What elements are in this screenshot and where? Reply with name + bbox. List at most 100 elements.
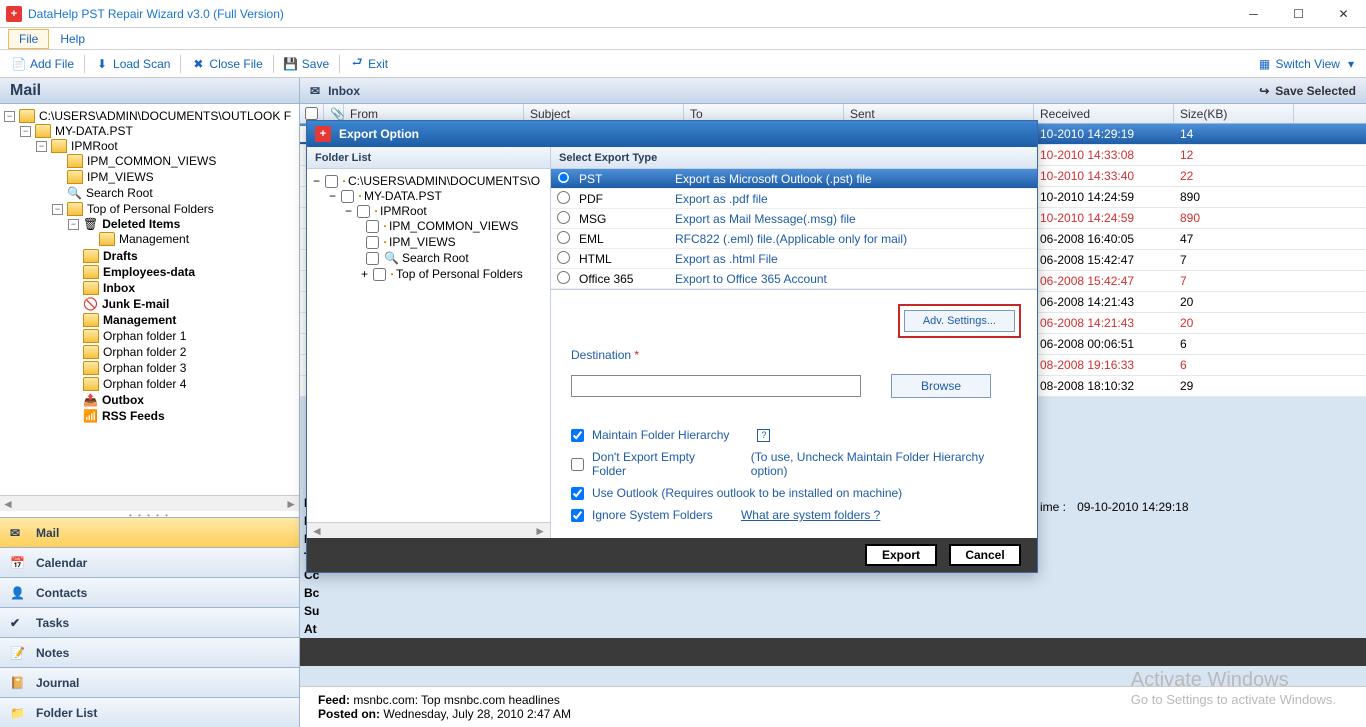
tree-item[interactable]: Junk E-mail: [100, 297, 171, 311]
tree-item[interactable]: IPM_VIEWS: [389, 235, 456, 249]
tree-item[interactable]: Management: [101, 313, 178, 327]
nav-tasks[interactable]: ✔Tasks: [0, 607, 299, 637]
tree-item[interactable]: Orphan folder 3: [101, 361, 188, 375]
cell-received: 06-2008 15:42:47: [1034, 253, 1174, 267]
dialog-footer: Export Cancel: [307, 538, 1037, 572]
tree-item[interactable]: Search Root: [402, 251, 469, 265]
folder-icon: [83, 249, 99, 263]
menu-file[interactable]: File: [8, 29, 49, 49]
export-type-radio[interactable]: [557, 231, 570, 244]
tree-item[interactable]: MY-DATA.PST: [53, 124, 135, 138]
switch-view-button[interactable]: ▦Switch View▾: [1251, 55, 1360, 73]
tree-item[interactable]: Management: [117, 232, 191, 246]
browse-button[interactable]: Browse: [891, 374, 991, 398]
cancel-button[interactable]: Cancel: [949, 544, 1021, 566]
tree-item[interactable]: RSS Feeds: [100, 409, 167, 423]
tree-item[interactable]: Top of Personal Folders: [396, 267, 523, 281]
ignore-system-checkbox[interactable]: [571, 509, 584, 522]
cell-received: 06-2008 14:21:43: [1034, 316, 1174, 330]
destination-input[interactable]: [571, 375, 861, 397]
maximize-button[interactable]: ☐: [1276, 0, 1321, 28]
tree-item[interactable]: Search Root: [84, 186, 155, 200]
tree-item[interactable]: Orphan folder 1: [101, 329, 188, 343]
tree-checkbox[interactable]: [341, 190, 354, 203]
tree-checkbox[interactable]: [366, 220, 379, 233]
tree-checkbox[interactable]: [357, 205, 370, 218]
tree-item[interactable]: IPMRoot: [69, 139, 120, 153]
tree-checkbox[interactable]: [325, 175, 338, 188]
folder-list-header: Folder List: [307, 147, 550, 169]
export-type-radio[interactable]: [557, 271, 570, 284]
folder-tree[interactable]: −C:\USERS\ADMIN\DOCUMENTS\OUTLOOK F −MY-…: [0, 104, 299, 495]
nav-label: Calendar: [36, 556, 87, 570]
folder-icon: [83, 345, 99, 359]
export-type-radio[interactable]: [557, 211, 570, 224]
help-icon[interactable]: ?: [757, 429, 770, 442]
save-selected-button[interactable]: ↪Save Selected: [1259, 84, 1356, 98]
tree-item[interactable]: IPMRoot: [380, 204, 427, 218]
tree-item[interactable]: Inbox: [101, 281, 137, 295]
export-type-row[interactable]: PDFExport as .pdf file: [551, 189, 1037, 209]
nav-notes[interactable]: 📝Notes: [0, 637, 299, 667]
close-file-button[interactable]: ✖Close File: [185, 55, 268, 73]
col-received[interactable]: Received: [1034, 104, 1174, 123]
use-outlook-checkbox[interactable]: [571, 487, 584, 500]
export-button[interactable]: Export: [865, 544, 937, 566]
minimize-button[interactable]: ─: [1231, 0, 1276, 28]
export-type-row[interactable]: PSTExport as Microsoft Outlook (.pst) fi…: [551, 169, 1037, 189]
nav-label: Journal: [36, 676, 79, 690]
tree-checkbox[interactable]: [366, 252, 379, 265]
detail-prefix: Su: [300, 604, 328, 622]
cell-received: 10-2010 14:33:40: [1034, 169, 1174, 183]
tree-checkbox[interactable]: [366, 236, 379, 249]
tree-item[interactable]: Employees-data: [101, 265, 197, 279]
export-type-row[interactable]: EMLRFC822 (.eml) file.(Applicable only f…: [551, 229, 1037, 249]
tree-checkbox[interactable]: [373, 268, 386, 281]
modal-scrollbar[interactable]: ◄►: [307, 522, 550, 538]
dialog-title-bar[interactable]: + Export Option: [307, 121, 1037, 147]
export-type-radio[interactable]: [557, 191, 570, 204]
nav-mail[interactable]: ✉Mail: [0, 517, 299, 547]
tree-item[interactable]: Orphan folder 4: [101, 377, 188, 391]
tree-root[interactable]: C:\USERS\ADMIN\DOCUMENTS\OUTLOOK F: [37, 109, 293, 123]
export-type-radio[interactable]: [557, 171, 570, 184]
tree-item[interactable]: IPM_COMMON_VIEWS: [389, 219, 518, 233]
modal-folder-tree[interactable]: −C:\USERS\ADMIN\DOCUMENTS\O −MY-DATA.PST…: [307, 169, 550, 522]
menu-help[interactable]: Help: [49, 29, 96, 49]
tree-item[interactable]: Top of Personal Folders: [85, 202, 216, 216]
nav-journal[interactable]: 📔Journal: [0, 667, 299, 697]
tree-item[interactable]: Outbox: [100, 393, 146, 407]
load-scan-button[interactable]: ⬇Load Scan: [89, 55, 176, 73]
export-type-row[interactable]: HTMLExport as .html File: [551, 249, 1037, 269]
tree-item[interactable]: Orphan folder 2: [101, 345, 188, 359]
tree-item[interactable]: IPM_VIEWS: [85, 170, 156, 184]
folder-icon: [384, 241, 386, 243]
tree-item[interactable]: MY-DATA.PST: [364, 189, 442, 203]
nav-folder-list[interactable]: 📁Folder List: [0, 697, 299, 727]
close-button[interactable]: ✕: [1321, 0, 1366, 28]
maintain-hierarchy-checkbox[interactable]: [571, 429, 584, 442]
folder-icon: [67, 170, 83, 184]
calendar-icon: 📅: [10, 556, 28, 570]
export-description: Export as Mail Message(.msg) file: [675, 212, 1037, 226]
tree-item[interactable]: IPM_COMMON_VIEWS: [85, 154, 218, 168]
tree-item[interactable]: C:\USERS\ADMIN\DOCUMENTS\O: [348, 174, 540, 188]
inbox-header: ✉ Inbox ↪Save Selected: [300, 78, 1366, 104]
export-type-radio[interactable]: [557, 251, 570, 264]
system-folders-link[interactable]: What are system folders ?: [741, 508, 880, 522]
tree-item[interactable]: Deleted Items: [100, 217, 182, 231]
save-button[interactable]: 💾Save: [278, 55, 335, 73]
nav-contacts[interactable]: 👤Contacts: [0, 577, 299, 607]
adv-settings-button[interactable]: Adv. Settings...: [904, 310, 1015, 332]
left-pane: Mail −C:\USERS\ADMIN\DOCUMENTS\OUTLOOK F…: [0, 78, 300, 727]
export-type-row[interactable]: MSGExport as Mail Message(.msg) file: [551, 209, 1037, 229]
export-type-row[interactable]: Office 365Export to Office 365 Account: [551, 269, 1037, 289]
dont-export-empty-checkbox[interactable]: [571, 458, 584, 471]
select-all-checkbox[interactable]: [305, 107, 318, 120]
tree-item[interactable]: Drafts: [101, 249, 140, 263]
exit-button[interactable]: ⮐Exit: [344, 55, 394, 73]
nav-calendar[interactable]: 📅 Calendar: [0, 547, 299, 577]
horizontal-scrollbar[interactable]: ◄►: [0, 495, 299, 511]
add-file-button[interactable]: 📄Add File: [6, 55, 80, 73]
col-size[interactable]: Size(KB): [1174, 104, 1294, 123]
